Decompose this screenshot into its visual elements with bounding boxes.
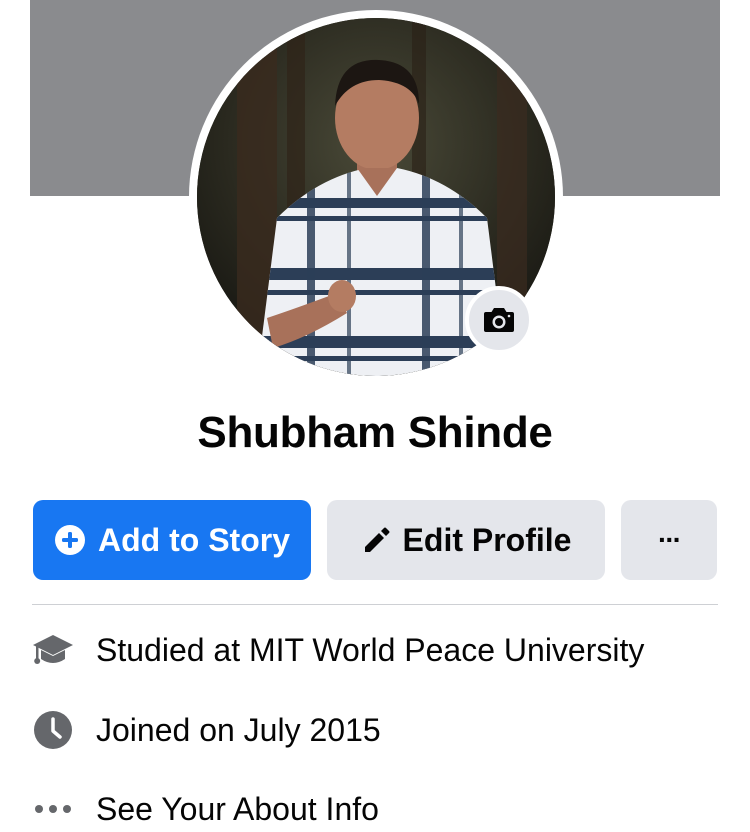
- see-about-label[interactable]: See Your About Info: [96, 791, 379, 828]
- edit-profile-button[interactable]: Edit Profile: [327, 500, 605, 580]
- intro-education: Studied at MIT World Peace University: [30, 625, 730, 675]
- education-school-link[interactable]: MIT World Peace University: [249, 632, 644, 669]
- camera-icon: [484, 308, 514, 332]
- intro-see-about[interactable]: See Your About Info: [30, 784, 730, 832]
- edit-profile-label: Edit Profile: [402, 521, 572, 558]
- more-options-button[interactable]: ···: [621, 500, 717, 580]
- pencil-icon: [361, 525, 391, 555]
- more-dots-icon: ···: [658, 524, 682, 555]
- profile-page: Shubham Shinde Add to Story Edit Profile…: [0, 0, 750, 832]
- change-photo-button[interactable]: [465, 286, 533, 354]
- plus-circle-icon: [54, 524, 86, 556]
- add-to-story-button[interactable]: Add to Story: [33, 500, 311, 580]
- profile-name: Shubham Shinde: [197, 408, 553, 457]
- add-to-story-label: Add to Story: [98, 521, 290, 558]
- joined-text: Joined on July 2015: [96, 711, 381, 748]
- education-prefix: Studied at: [96, 631, 249, 668]
- divider: [32, 604, 718, 605]
- more-horizontal-icon: [30, 786, 76, 832]
- intro-joined: Joined on July 2015: [30, 705, 730, 755]
- clock-icon: [30, 707, 76, 753]
- graduation-cap-icon: [30, 627, 76, 673]
